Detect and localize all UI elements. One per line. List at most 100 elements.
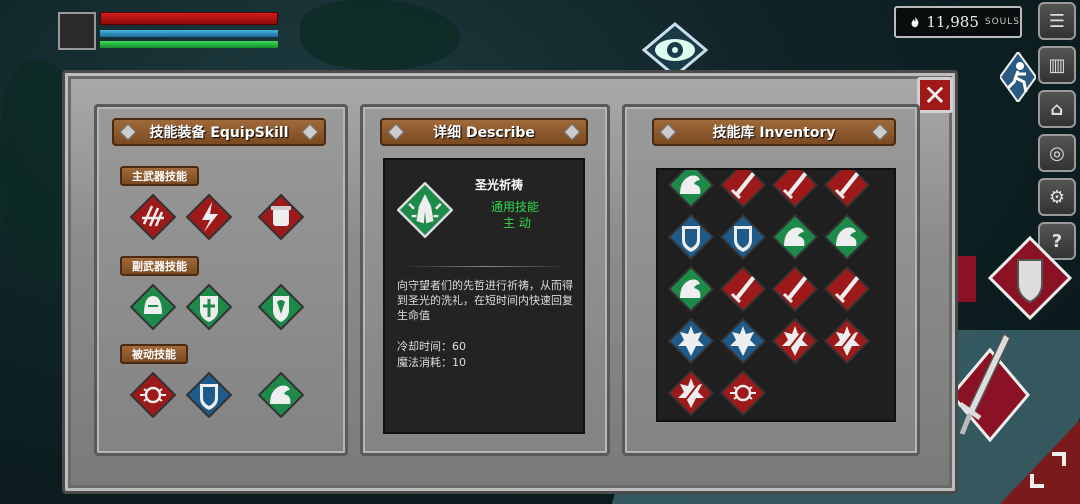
stamina-bar xyxy=(100,41,278,48)
equip-passive-skill-2[interactable] xyxy=(185,371,233,419)
mana-bar xyxy=(100,30,278,37)
inventory-skill-slot[interactable] xyxy=(719,265,767,313)
passive-skill-label: 被动技能 xyxy=(120,344,188,364)
helmet-icon xyxy=(129,283,177,331)
equip-main-skill-1[interactable] xyxy=(129,193,177,241)
defend-shield-icon[interactable] xyxy=(988,236,1072,320)
inventory-grid[interactable] xyxy=(656,168,896,422)
lightning-blade-icon xyxy=(185,193,233,241)
player-portrait[interactable] xyxy=(58,12,96,50)
inventory-skill-slot[interactable] xyxy=(719,213,767,261)
spiky-shield-icon xyxy=(667,317,715,365)
inventory-skill-slot[interactable] xyxy=(667,369,715,417)
skill-mode: 主 动 xyxy=(503,216,531,230)
menu-list-button[interactable]: ☰ xyxy=(1038,2,1076,40)
inventory-skill-slot[interactable] xyxy=(771,170,819,209)
muscle-arm-icon xyxy=(667,265,715,313)
menu-list-icon: ☰ xyxy=(1048,10,1066,32)
skill-name: 圣光祈祷 xyxy=(475,178,524,192)
praying-hands-icon xyxy=(396,181,454,239)
souls-value: 11,985 xyxy=(926,13,979,31)
sword-icon xyxy=(771,170,819,209)
inventory-skill-slot[interactable] xyxy=(667,213,715,261)
blue-shield-icon xyxy=(719,213,767,261)
expand-icon[interactable] xyxy=(1028,450,1068,490)
inventory-skill-slot[interactable] xyxy=(771,213,819,261)
equip-sub-skill-3[interactable] xyxy=(257,283,305,331)
inventory-skill-slot[interactable] xyxy=(667,317,715,365)
bolt-icon xyxy=(871,123,889,141)
inventory-skill-slot[interactable] xyxy=(771,265,819,313)
medal-icon: ◎ xyxy=(1049,142,1065,164)
muscle-arm-icon xyxy=(823,213,871,261)
equip-passive-skill-3[interactable] xyxy=(257,371,305,419)
inventory-skill-slot[interactable] xyxy=(667,265,715,313)
skill-mana-cost: 魔法消耗：10 xyxy=(397,356,466,369)
equip-sub-skill-2[interactable] xyxy=(185,283,233,331)
describe-panel-header: 详细 Describe xyxy=(380,118,588,146)
sword-icon xyxy=(719,170,767,209)
gear-icon: ⚙ xyxy=(1048,186,1066,208)
bolt-icon xyxy=(659,123,677,141)
inventory-skill-slot[interactable] xyxy=(667,170,715,209)
bolt-icon xyxy=(301,123,319,141)
inventory-skill-slot[interactable] xyxy=(823,213,871,261)
equip-main-skill-2[interactable] xyxy=(185,193,233,241)
door-button[interactable]: ⌂ xyxy=(1038,90,1076,128)
bolt-icon xyxy=(563,123,581,141)
spiky-shield-icon xyxy=(719,317,767,365)
flame-icon xyxy=(911,16,919,28)
burst-sword-icon xyxy=(771,317,819,365)
inventory-skill-slot[interactable] xyxy=(823,317,871,365)
blue-shield-icon xyxy=(185,371,233,419)
equip-passive-skill-1[interactable] xyxy=(129,371,177,419)
holy-shield-icon xyxy=(257,283,305,331)
attack-sword-icon[interactable] xyxy=(950,330,1030,460)
settings-button[interactable]: ⚙ xyxy=(1038,178,1076,216)
close-button[interactable]: ✕ xyxy=(917,77,953,113)
skill-description-text: 向守望者们的先哲进行祈祷，从而得到圣光的洗礼，在短时间内快速回复生命值 xyxy=(397,279,573,322)
sub-weapon-skill-label: 副武器技能 xyxy=(120,256,199,276)
burst-sword-icon xyxy=(667,369,715,417)
selected-skill-icon xyxy=(396,181,454,239)
inventory-skill-slot[interactable] xyxy=(719,369,767,417)
door-icon: ⌂ xyxy=(1050,98,1064,120)
burst-sword-icon xyxy=(823,317,871,365)
muscle-arm-icon xyxy=(667,170,715,209)
equip-sub-skill-1[interactable] xyxy=(129,283,177,331)
inventory-skill-slot[interactable] xyxy=(823,170,871,209)
claw-slash-icon xyxy=(129,193,177,241)
sword-icon xyxy=(823,265,871,313)
equip-panel-title: 技能装备 EquipSkill xyxy=(149,125,289,141)
describe-panel-title: 详细 Describe xyxy=(433,125,535,141)
book-icon: ▥ xyxy=(1048,54,1066,76)
skill-description-box: 圣光祈祷 通用技能 主 动 向守望者们的先哲进行祈祷，从而得到圣光的洗礼，在短时… xyxy=(383,158,585,434)
medal-button[interactable]: ◎ xyxy=(1038,134,1076,172)
equip-main-skill-3[interactable] xyxy=(257,193,305,241)
inventory-skill-slot[interactable] xyxy=(719,317,767,365)
divider xyxy=(403,266,569,267)
muscle-arm-icon xyxy=(771,213,819,261)
bolt-icon xyxy=(119,123,137,141)
souls-unit: SOULS xyxy=(984,17,1020,27)
health-bar xyxy=(100,12,278,25)
inventory-skill-slot[interactable] xyxy=(771,317,819,365)
close-icon: ✕ xyxy=(923,78,947,112)
skill-type: 通用技能 xyxy=(491,200,540,214)
sword-icon xyxy=(823,170,871,209)
dodge-runner-icon[interactable] xyxy=(1000,52,1036,102)
spine-aura-icon xyxy=(129,371,177,419)
inventory-skill-slot[interactable] xyxy=(823,265,871,313)
sword-icon xyxy=(771,265,819,313)
inventory-panel-header: 技能库 Inventory xyxy=(652,118,896,146)
sword-icon xyxy=(719,265,767,313)
holy-cross-shield-icon xyxy=(185,283,233,331)
bolt-icon xyxy=(387,123,405,141)
inventory-skill-slot[interactable] xyxy=(719,170,767,209)
skill-cooldown: 冷却时间：60 xyxy=(397,340,466,353)
book-button[interactable]: ▥ xyxy=(1038,46,1076,84)
main-weapon-skill-label: 主武器技能 xyxy=(120,166,199,186)
inventory-panel-title: 技能库 Inventory xyxy=(712,125,836,141)
background-foliage xyxy=(300,0,460,70)
spine-aura-icon xyxy=(719,369,767,417)
